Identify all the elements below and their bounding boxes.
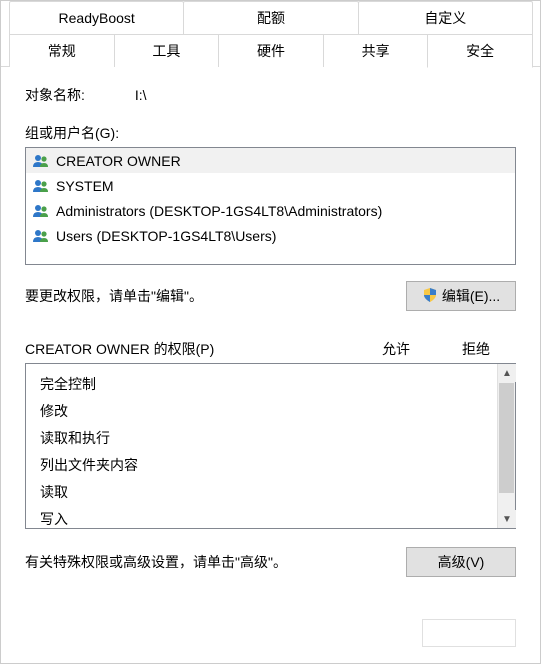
tab-label: ReadyBoost <box>59 10 135 26</box>
tab-readyboost[interactable]: ReadyBoost <box>9 1 184 34</box>
edit-hint-row: 要更改权限，请单击"编辑"。 编辑(E)... <box>25 281 516 311</box>
permission-name: 读取 <box>40 482 68 502</box>
groups-label: 组或用户名(G): <box>25 123 516 143</box>
group-item[interactable]: CREATOR OWNER <box>26 148 515 173</box>
group-name: Administrators (DESKTOP-1GS4LT8\Administ… <box>56 203 382 219</box>
permission-item: 写入 <box>40 505 497 528</box>
permission-item: 修改 <box>40 397 497 424</box>
shield-icon <box>422 287 438 306</box>
permission-item: 完全控制 <box>40 370 497 397</box>
advanced-button[interactable]: 高级(V) <box>406 547 516 577</box>
tab-label: 自定义 <box>424 8 466 28</box>
advanced-hint: 有关特殊权限或高级设置，请单击"高级"。 <box>25 552 287 572</box>
users-icon <box>32 202 50 220</box>
tab-custom[interactable]: 自定义 <box>358 1 533 34</box>
permissions-scrollbar[interactable]: ▲ ▼ <box>497 364 515 528</box>
users-icon <box>32 152 50 170</box>
footer-placeholder <box>422 619 516 647</box>
properties-dialog: ReadyBoost 配额 自定义 常规 工具 硬件 共享 安全 对象名称: I… <box>0 0 541 664</box>
tab-label: 常规 <box>48 41 76 61</box>
tab-quota[interactable]: 配额 <box>183 1 358 34</box>
permission-item: 读取和执行 <box>40 424 497 451</box>
object-name-value: I:\ <box>135 87 147 103</box>
group-name: CREATOR OWNER <box>56 153 181 169</box>
tab-hardware[interactable]: 硬件 <box>218 34 324 67</box>
groups-listbox[interactable]: CREATOR OWNER SYSTEM <box>25 147 516 265</box>
users-icon <box>32 227 50 245</box>
permissions-header: CREATOR OWNER 的权限(P) 允许 拒绝 <box>25 339 516 359</box>
scroll-up-icon[interactable]: ▲ <box>498 364 516 382</box>
tab-label: 共享 <box>362 41 390 61</box>
permission-name: 修改 <box>40 401 68 421</box>
tab-label: 配额 <box>257 8 285 28</box>
permissions-list: 完全控制 修改 读取和执行 列出文件夹内容 读取 写入 ▲ ▼ <box>25 363 516 529</box>
tab-strip: ReadyBoost 配额 自定义 常规 工具 硬件 共享 安全 <box>1 1 540 67</box>
security-tab-content: 对象名称: I:\ 组或用户名(G): CREATOR OWNER <box>1 67 540 663</box>
permission-name: 完全控制 <box>40 374 96 394</box>
tab-tools[interactable]: 工具 <box>114 34 220 67</box>
advanced-row: 有关特殊权限或高级设置，请单击"高级"。 高级(V) <box>25 547 516 577</box>
edit-button-label: 编辑(E)... <box>442 286 500 306</box>
advanced-button-label: 高级(V) <box>438 552 485 572</box>
permission-name: 读取和执行 <box>40 428 110 448</box>
tab-label: 硬件 <box>257 41 285 61</box>
permissions-list-inner: 完全控制 修改 读取和执行 列出文件夹内容 读取 写入 <box>26 364 497 528</box>
tab-security[interactable]: 安全 <box>427 34 533 68</box>
tab-sharing[interactable]: 共享 <box>323 34 429 67</box>
permissions-title: CREATOR OWNER 的权限(P) <box>25 339 356 359</box>
permission-name: 写入 <box>40 509 68 529</box>
edit-hint: 要更改权限，请单击"编辑"。 <box>25 286 203 306</box>
footer-box <box>422 619 516 647</box>
scroll-thumb[interactable] <box>499 383 514 493</box>
permission-name: 列出文件夹内容 <box>40 455 138 475</box>
group-item[interactable]: SYSTEM <box>26 173 515 198</box>
object-name-label: 对象名称: <box>25 85 131 105</box>
tab-label: 工具 <box>152 41 180 61</box>
object-name-row: 对象名称: I:\ <box>25 85 516 105</box>
tab-general[interactable]: 常规 <box>9 34 115 67</box>
edit-button[interactable]: 编辑(E)... <box>406 281 516 311</box>
deny-column-header: 拒绝 <box>436 339 516 359</box>
permission-item: 读取 <box>40 478 497 505</box>
allow-column-header: 允许 <box>356 339 436 359</box>
users-icon <box>32 177 50 195</box>
group-item[interactable]: Users (DESKTOP-1GS4LT8\Users) <box>26 223 515 248</box>
scroll-down-icon[interactable]: ▼ <box>498 510 516 528</box>
tab-row-bottom: 常规 工具 硬件 共享 安全 <box>9 34 532 67</box>
group-name: SYSTEM <box>56 178 114 194</box>
group-item[interactable]: Administrators (DESKTOP-1GS4LT8\Administ… <box>26 198 515 223</box>
group-name: Users (DESKTOP-1GS4LT8\Users) <box>56 228 276 244</box>
tab-label: 安全 <box>466 41 494 61</box>
tab-row-top: ReadyBoost 配额 自定义 <box>9 1 532 34</box>
permission-item: 列出文件夹内容 <box>40 451 497 478</box>
